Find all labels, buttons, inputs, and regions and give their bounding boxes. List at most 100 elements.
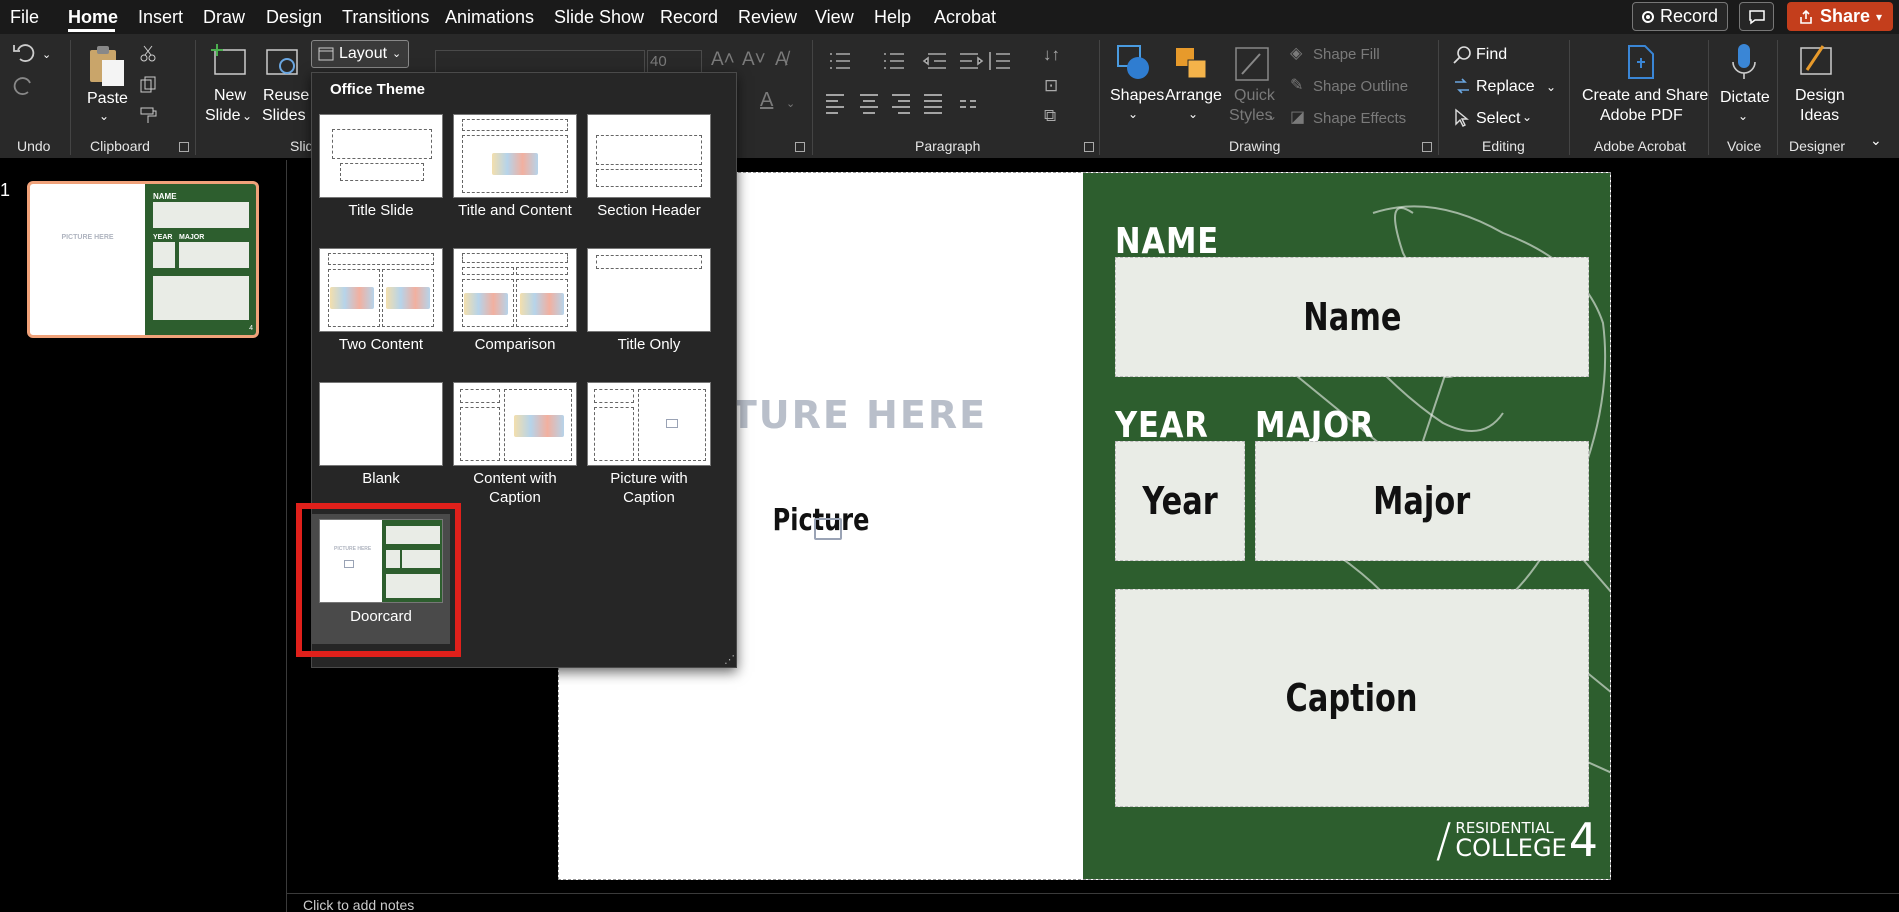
thumbnail-year-box <box>153 242 175 268</box>
shape-fill-icon[interactable]: ◈ <box>1290 44 1302 64</box>
layout-comparison[interactable]: Comparison <box>452 248 578 354</box>
quick-styles-icon[interactable] <box>1232 44 1272 84</box>
tab-review[interactable]: Review <box>738 7 797 28</box>
design-ideas-icon[interactable] <box>1797 42 1837 80</box>
layout-title-and-content[interactable]: Title and Content <box>452 114 578 220</box>
font-color-icon[interactable]: A <box>760 90 773 110</box>
chevron-down-icon[interactable]: ⌄ <box>1188 104 1198 124</box>
copy-icon[interactable] <box>139 76 157 94</box>
chevron-down-icon[interactable]: ⌄ <box>1267 106 1277 126</box>
tab-help[interactable]: Help <box>874 7 911 28</box>
find-icon[interactable] <box>1452 45 1472 65</box>
paste-dropdown-icon[interactable]: ⌄ <box>99 106 109 126</box>
font-size-box[interactable]: 40 <box>647 50 702 74</box>
redo-icon[interactable] <box>12 75 36 95</box>
shape-effects-button[interactable]: Shape Effects <box>1313 109 1406 129</box>
share-button[interactable]: Share ▾ <box>1787 2 1893 31</box>
logo-slash: / <box>1435 813 1452 867</box>
cut-icon[interactable] <box>139 44 157 62</box>
tab-animations[interactable]: Animations <box>445 7 534 28</box>
paste-icon[interactable] <box>86 44 126 88</box>
find-button[interactable]: Find <box>1476 45 1507 65</box>
shapes-icon[interactable] <box>1114 42 1154 82</box>
select-button[interactable]: Select <box>1476 109 1520 129</box>
tab-view[interactable]: View <box>815 7 854 28</box>
collapse-ribbon-icon[interactable]: ⌄ <box>1870 130 1882 150</box>
shape-fill-button[interactable]: Shape Fill <box>1313 45 1380 65</box>
chevron-down-icon[interactable]: ⌄ <box>1738 106 1748 126</box>
undo-icon[interactable] <box>12 42 36 62</box>
tab-slide-show[interactable]: Slide Show <box>554 7 644 28</box>
layout-name: Comparison <box>474 336 556 353</box>
tab-home[interactable]: Home <box>68 7 118 28</box>
notes-pane[interactable]: Click to add notes <box>287 893 1899 912</box>
undo-dropdown-icon[interactable]: ⌄ <box>42 45 51 65</box>
arrange-icon[interactable] <box>1172 44 1212 84</box>
chevron-down-icon[interactable]: ⌄ <box>786 94 795 114</box>
reuse-slides-line1[interactable]: Reuse <box>263 86 309 106</box>
tab-design[interactable]: Design <box>266 7 322 28</box>
clear-formatting-icon[interactable]: A̸ <box>775 50 788 70</box>
decrease-font-icon[interactable]: A˅ <box>742 50 766 70</box>
design-ideas-line2[interactable]: Ideas <box>1800 106 1839 126</box>
insert-picture-icon[interactable] <box>814 518 842 540</box>
record-button[interactable]: Record <box>1632 2 1728 31</box>
font-launcher-icon[interactable] <box>795 142 805 152</box>
align-text-icon[interactable]: ⊡ <box>1044 76 1058 96</box>
comments-button[interactable] <box>1739 2 1774 31</box>
resize-grip-icon[interactable]: ⋰ <box>724 653 735 666</box>
select-cursor-icon[interactable] <box>1452 108 1472 128</box>
dictate-button[interactable]: Dictate <box>1720 88 1770 108</box>
tab-record[interactable]: Record <box>660 7 718 28</box>
tab-transitions[interactable]: Transitions <box>342 7 429 28</box>
slide-thumbnail[interactable]: PICTURE HERE NAME YEAR MAJOR 4 <box>27 181 259 338</box>
name-textbox[interactable]: Name <box>1115 257 1589 377</box>
caption-textbox[interactable]: Caption <box>1115 589 1589 807</box>
new-slide-dropdown-icon[interactable]: ⌄ <box>242 106 252 126</box>
major-textbox[interactable]: Major <box>1255 441 1589 561</box>
chevron-down-icon[interactable]: ⌄ <box>1522 107 1532 127</box>
shape-outline-icon[interactable]: ✎ <box>1290 76 1303 96</box>
tab-file[interactable]: File <box>10 7 39 28</box>
reuse-slides-line2[interactable]: Slides <box>262 106 306 126</box>
quick-styles-line1[interactable]: Quick <box>1234 86 1275 106</box>
layout-content-with-caption[interactable]: Content with Caption <box>452 382 578 507</box>
new-slide-icon[interactable] <box>209 44 249 78</box>
drawing-launcher-icon[interactable] <box>1422 142 1432 152</box>
reuse-slides-icon[interactable] <box>263 44 303 78</box>
layout-picture-with-caption[interactable]: Picture with Caption <box>586 382 712 507</box>
font-name-box[interactable] <box>435 50 645 74</box>
chevron-down-icon[interactable]: ⌄ <box>1546 77 1556 97</box>
tab-acrobat[interactable]: Acrobat <box>934 7 996 28</box>
tab-draw[interactable]: Draw <box>203 7 245 28</box>
adobe-pdf-icon[interactable] <box>1625 44 1655 80</box>
layout-title-only[interactable]: Title Only <box>586 248 712 354</box>
design-ideas-line1[interactable]: Design <box>1795 86 1845 106</box>
increase-font-icon[interactable]: A˄ <box>711 50 735 70</box>
arrange-button[interactable]: Arrange <box>1165 86 1222 106</box>
layout-section-header[interactable]: Section Header <box>586 114 712 220</box>
layout-button[interactable]: Layout ⌄ <box>311 40 409 68</box>
paragraph-launcher-icon[interactable] <box>1084 142 1094 152</box>
tab-insert[interactable]: Insert <box>138 7 183 28</box>
shape-outline-button[interactable]: Shape Outline <box>1313 77 1408 97</box>
chevron-down-icon[interactable]: ⌄ <box>1128 104 1138 124</box>
clipboard-launcher-icon[interactable] <box>179 142 189 152</box>
new-slide-button-line1[interactable]: New <box>214 86 246 106</box>
create-share-pdf-line1[interactable]: Create and Share <box>1582 86 1708 106</box>
text-direction-icon[interactable]: ↓↑ <box>1043 45 1060 65</box>
layout-two-content[interactable]: Two Content <box>318 248 444 354</box>
replace-icon[interactable] <box>1452 76 1472 96</box>
year-textbox[interactable]: Year <box>1115 441 1245 561</box>
shapes-button[interactable]: Shapes <box>1110 86 1164 106</box>
name-textbox-label: Name <box>1302 295 1402 339</box>
microphone-icon[interactable] <box>1729 42 1759 82</box>
new-slide-button-line2[interactable]: Slide <box>205 106 241 126</box>
replace-button[interactable]: Replace <box>1476 77 1535 97</box>
layout-blank[interactable]: Blank <box>318 382 444 488</box>
shape-effects-icon[interactable]: ◪ <box>1290 108 1305 128</box>
layout-title-slide[interactable]: Title Slide <box>318 114 444 220</box>
smartart-icon[interactable]: ⧉ <box>1044 106 1056 126</box>
create-share-pdf-line2[interactable]: Adobe PDF <box>1600 106 1683 126</box>
format-painter-icon[interactable] <box>139 106 159 124</box>
